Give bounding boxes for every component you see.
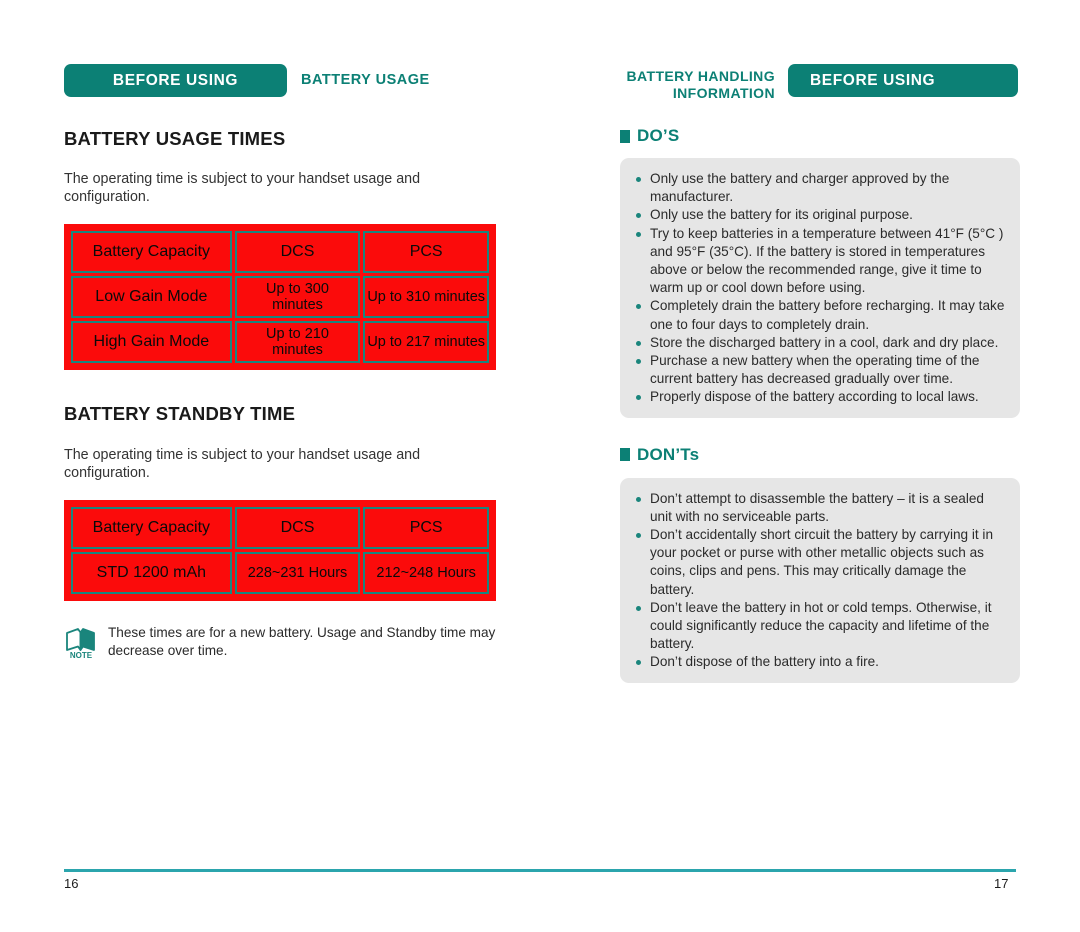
list-item: Don’t accidentally short circuit the bat… bbox=[634, 526, 1006, 599]
table-row: High Gain Mode Up to 210 minutes Up to 2… bbox=[71, 321, 489, 363]
lead-battery-usage-times: The operating time is subject to your ha… bbox=[64, 171, 421, 205]
note-text: These times are for a new battery. Usage… bbox=[108, 625, 496, 658]
table-cell: 228~231 Hours bbox=[234, 552, 361, 594]
left-page-header: BEFORE USING BATTERY USAGE bbox=[64, 60, 496, 100]
right-page-header: BATTERY HANDLING INFORMATION BEFORE USIN… bbox=[620, 60, 1020, 101]
table-battery-standby-time: Battery Capacity DCS PCS STD 1200 mAh 22… bbox=[64, 500, 496, 601]
table-cell: Up to 210 minutes bbox=[234, 321, 361, 363]
table-cell: Up to 300 minutes bbox=[234, 276, 361, 318]
table-cell: High Gain Mode bbox=[71, 321, 232, 363]
heading-donts-label: DON’Ts bbox=[637, 444, 700, 464]
list-item: Store the discharged battery in a cool, … bbox=[634, 334, 1006, 352]
table-cell: DCS bbox=[234, 507, 361, 549]
square-bullet-icon bbox=[620, 129, 630, 143]
table-cell: Low Gain Mode bbox=[71, 276, 232, 318]
list-item: Only use the battery and charger approve… bbox=[634, 170, 1006, 206]
footer-divider bbox=[64, 869, 1016, 872]
chapter-label-left: BATTERY USAGE bbox=[301, 72, 430, 88]
table-header-row: Battery Capacity DCS PCS bbox=[71, 507, 489, 549]
list-item: Don’t attempt to disassemble the battery… bbox=[634, 490, 1006, 526]
heading-donts: DON’Ts bbox=[620, 445, 1020, 465]
manual-spread: BEFORE USING BATTERY USAGE BATTERY USAGE… bbox=[0, 0, 1080, 932]
table-cell: Up to 217 minutes bbox=[363, 321, 489, 363]
table-cell: PCS bbox=[363, 231, 489, 273]
table-cell: PCS bbox=[363, 507, 489, 549]
page-number-right: 17 bbox=[994, 876, 1009, 891]
list-item: Don’t leave the battery in hot or cold t… bbox=[634, 599, 1006, 654]
list-item: Only use the battery for its original pu… bbox=[634, 206, 1006, 224]
table-cell: 212~248 Hours bbox=[363, 552, 489, 594]
page-number-left: 16 bbox=[64, 876, 79, 891]
tab-before-using-right[interactable]: BEFORE USING bbox=[788, 64, 1018, 97]
list-item: Completely drain the battery before rech… bbox=[634, 297, 1006, 333]
heading-battery-usage-times: BATTERY USAGE TIMES bbox=[64, 128, 286, 149]
note-icon-label: NOTE bbox=[70, 651, 93, 660]
table-cell: Up to 310 minutes bbox=[363, 276, 489, 318]
list-item: Properly dispose of the battery accordin… bbox=[634, 388, 1006, 406]
table-header-row: Battery Capacity DCS PCS bbox=[71, 231, 489, 273]
tab-before-using-left[interactable]: BEFORE USING bbox=[64, 64, 287, 97]
table-cell: STD 1200 mAh bbox=[71, 552, 232, 594]
lead-battery-standby-time: The operating time is subject to your ha… bbox=[64, 447, 421, 481]
panel-donts: Don’t attempt to disassemble the battery… bbox=[620, 477, 1020, 683]
table-cell: DCS bbox=[234, 231, 361, 273]
heading-dos-label: DO’S bbox=[637, 126, 680, 145]
left-page: BEFORE USING BATTERY USAGE BATTERY USAGE… bbox=[64, 60, 496, 665]
heading-dos: DO’S bbox=[620, 126, 1020, 146]
panel-dos: Only use the battery and charger approve… bbox=[620, 158, 1020, 418]
table-cell: Battery Capacity bbox=[71, 507, 232, 549]
chapter-label-right: BATTERY HANDLING INFORMATION bbox=[626, 68, 775, 101]
note-block: NOTE These times are for a new battery. … bbox=[64, 622, 496, 665]
list-item: Try to keep batteries in a temperature b… bbox=[634, 225, 1006, 298]
list-item: Purchase a new battery when the operatin… bbox=[634, 352, 1006, 388]
table-row: STD 1200 mAh 228~231 Hours 212~248 Hours bbox=[71, 552, 489, 594]
table-row: Low Gain Mode Up to 300 minutes Up to 31… bbox=[71, 276, 489, 318]
table-battery-usage-times: Battery Capacity DCS PCS Low Gain Mode U… bbox=[64, 224, 496, 370]
heading-battery-standby-time: BATTERY STANDBY TIME bbox=[64, 403, 296, 424]
square-bullet-icon bbox=[620, 448, 630, 462]
right-page: BATTERY HANDLING INFORMATION BEFORE USIN… bbox=[620, 60, 1020, 683]
note-book-icon: NOTE bbox=[64, 622, 98, 665]
table-cell: Battery Capacity bbox=[71, 231, 232, 273]
list-item: Don’t dispose of the battery into a fire… bbox=[634, 653, 1006, 671]
